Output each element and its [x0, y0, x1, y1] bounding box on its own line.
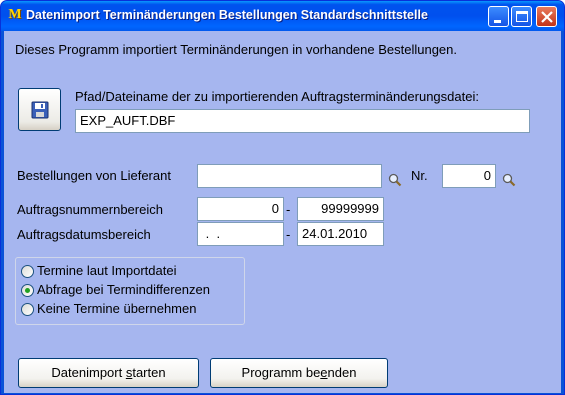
app-logo-icon: M	[8, 7, 22, 22]
minimize-button[interactable]	[488, 6, 509, 27]
file-path-label: Pfad/Dateiname der zu importierenden Auf…	[75, 89, 479, 104]
dialog-body: Dieses Programm importiert Terminänderun…	[4, 31, 561, 393]
supplier-input[interactable]	[197, 164, 382, 188]
start-import-label-pre: Datenimport	[51, 365, 126, 380]
radio-selected-dot	[25, 288, 30, 293]
option-label: Termine laut Importdatei	[37, 263, 177, 278]
start-import-button[interactable]: Datenimport starten	[18, 358, 199, 388]
intro-text: Dieses Programm importiert Terminänderun…	[15, 42, 457, 57]
minimize-icon	[494, 20, 501, 23]
order-range-separator: -	[286, 202, 291, 217]
order-range-to-input[interactable]: 99999999	[297, 197, 384, 221]
import-options-group: Termine laut Importdatei Abfrage bei Ter…	[15, 257, 245, 325]
supplier-nr-input[interactable]: 0	[442, 164, 496, 188]
start-import-label-post: tarten	[132, 365, 166, 380]
option-label: Keine Termine übernehmen	[37, 301, 197, 316]
floppy-disk-icon	[31, 101, 49, 119]
supplier-nr-label: Nr.	[411, 168, 428, 183]
supplier-search-icon[interactable]	[388, 173, 402, 187]
file-path-input[interactable]: EXP_AUFT.DBF	[75, 109, 530, 133]
exit-label-post: nden	[327, 365, 357, 380]
option-label: Abfrage bei Termindifferenzen	[37, 282, 210, 297]
supplier-label: Bestellungen von Lieferant	[17, 168, 171, 183]
radio-button[interactable]	[21, 303, 34, 316]
date-range-to-input[interactable]: 24.01.2010	[297, 222, 384, 246]
date-range-separator: -	[286, 227, 291, 242]
exit-label-pre: Programm be	[241, 365, 321, 380]
window-title: Datenimport Terminänderungen Bestellunge…	[26, 8, 428, 22]
date-range-label: Auftragsdatumsbereich	[17, 227, 151, 242]
date-range-from-input[interactable]: . .	[197, 222, 284, 246]
radio-button-selected[interactable]	[21, 284, 34, 297]
order-range-from-input[interactable]: 0	[197, 197, 284, 221]
order-range-label: Auftragsnummernbereich	[17, 202, 163, 217]
maximize-button[interactable]	[511, 6, 532, 27]
title-bar[interactable]: M Datenimport Terminänderungen Bestellun…	[1, 1, 564, 31]
radio-button[interactable]	[21, 265, 34, 278]
close-button[interactable]	[536, 6, 557, 27]
close-icon	[541, 11, 553, 23]
maximize-icon	[516, 11, 528, 22]
exit-program-button[interactable]: Programm beenden	[210, 358, 388, 388]
exit-mnemonic: e	[320, 365, 328, 380]
supplier-nr-search-icon[interactable]	[502, 173, 516, 187]
select-file-button[interactable]	[18, 88, 61, 131]
app-window: M Datenimport Terminänderungen Bestellun…	[0, 0, 565, 395]
